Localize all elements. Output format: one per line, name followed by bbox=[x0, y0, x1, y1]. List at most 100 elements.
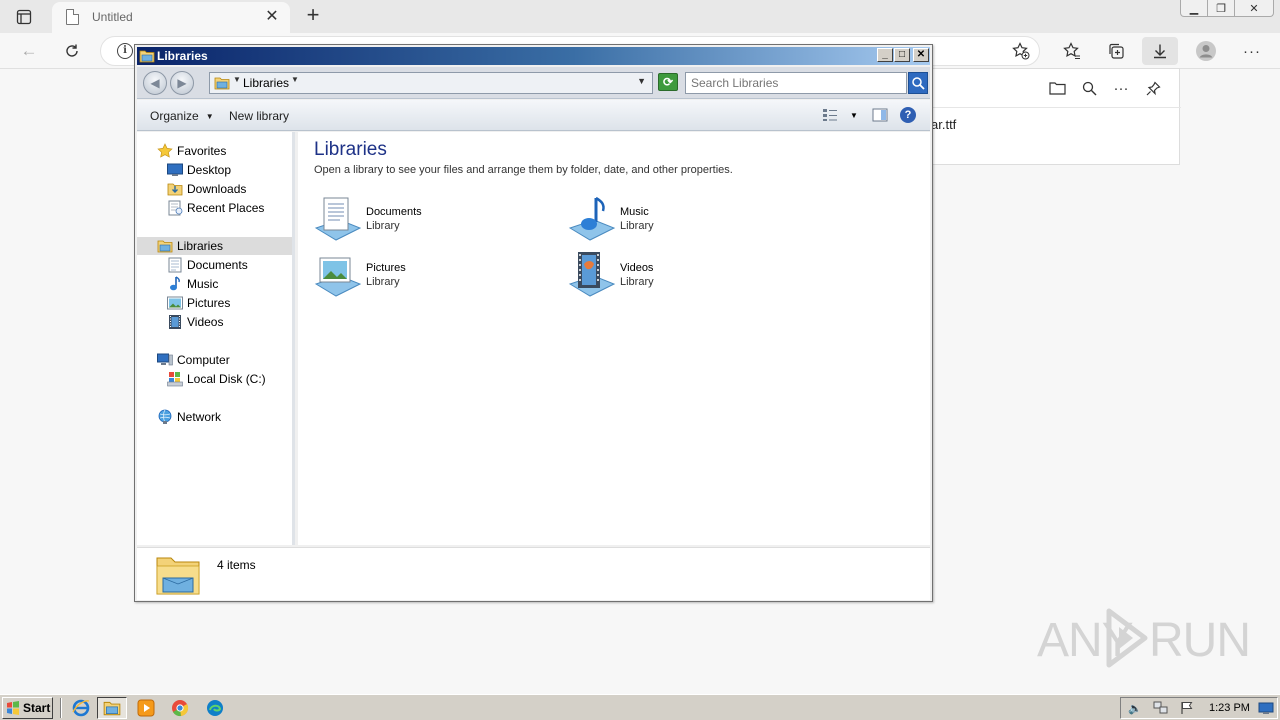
taskbar-media-player-icon[interactable] bbox=[131, 697, 161, 719]
help-icon[interactable]: ? bbox=[898, 106, 918, 124]
library-item-music[interactable]: Music Library bbox=[568, 194, 768, 244]
tab-actions-icon[interactable] bbox=[10, 6, 38, 28]
library-item-documents[interactable]: Documents Library bbox=[314, 194, 514, 244]
content-pane: Libraries Open a library to see your fil… bbox=[298, 132, 930, 545]
libraries-large-icon bbox=[156, 557, 200, 595]
nav-videos[interactable]: Videos bbox=[167, 313, 223, 331]
play-logo-icon bbox=[1106, 608, 1148, 668]
nav-libraries[interactable]: Libraries bbox=[137, 237, 292, 255]
taskbar-explorer-icon[interactable] bbox=[97, 697, 127, 719]
view-options-caret-icon[interactable]: ▼ bbox=[844, 106, 864, 124]
window-titlebar[interactable]: Libraries _ □ ✕ bbox=[137, 47, 930, 65]
taskbar-chrome-icon[interactable] bbox=[165, 697, 195, 719]
new-library-button[interactable]: New library bbox=[229, 109, 289, 123]
start-button[interactable]: Start bbox=[2, 697, 53, 719]
preview-pane-icon[interactable] bbox=[870, 106, 890, 124]
page-icon bbox=[66, 9, 79, 25]
volume-icon[interactable]: 🔈 bbox=[1127, 701, 1143, 715]
details-pane: 4 items bbox=[137, 547, 930, 600]
forward-nav-icon[interactable]: ▶ bbox=[170, 71, 194, 95]
new-tab-button[interactable]: + bbox=[300, 4, 326, 28]
downloads-folder-icon bbox=[167, 181, 183, 197]
nav-network[interactable]: Network bbox=[157, 408, 221, 426]
back-icon[interactable]: ← bbox=[14, 37, 44, 65]
nav-pictures[interactable]: Pictures bbox=[167, 294, 230, 312]
recent-places-icon bbox=[167, 200, 183, 216]
tab-close-icon[interactable]: ✕ bbox=[262, 7, 282, 27]
library-item-pictures[interactable]: Pictures Library bbox=[314, 250, 514, 300]
open-folder-icon[interactable] bbox=[1046, 77, 1068, 99]
organize-button[interactable]: Organize ▼ bbox=[150, 109, 214, 123]
command-bar: Organize ▼ New library ▼ ? bbox=[137, 100, 930, 131]
browser-window-controls: ▁ ❐ ✕ bbox=[1180, 0, 1274, 17]
add-favorite-icon[interactable] bbox=[1006, 37, 1036, 65]
nav-music[interactable]: Music bbox=[167, 275, 218, 293]
anyrun-watermark: ANY RUN bbox=[1037, 605, 1251, 675]
search-icon[interactable] bbox=[1078, 77, 1100, 99]
nav-desktop[interactable]: Desktop bbox=[167, 161, 231, 179]
nav-computer[interactable]: Computer bbox=[157, 351, 230, 369]
refresh-icon[interactable] bbox=[57, 37, 87, 65]
taskbar-internet-explorer-icon[interactable] bbox=[66, 697, 96, 719]
pin-icon[interactable] bbox=[1142, 77, 1164, 99]
info-icon[interactable]: i bbox=[117, 43, 133, 59]
collections-icon[interactable] bbox=[1101, 37, 1131, 65]
search-input[interactable] bbox=[691, 76, 901, 90]
clock[interactable]: 1:23 PM bbox=[1209, 702, 1250, 714]
music-library-icon bbox=[568, 196, 616, 241]
local-disk-icon bbox=[167, 371, 183, 387]
network-icon bbox=[157, 409, 173, 425]
system-tray: 🔈 1:23 PM bbox=[1120, 697, 1278, 719]
documents-icon bbox=[167, 257, 183, 273]
taskbar-edge-icon[interactable] bbox=[200, 697, 230, 719]
network-tray-icon[interactable] bbox=[1153, 701, 1169, 715]
close-icon[interactable]: ✕ bbox=[1234, 0, 1274, 17]
refresh-icon[interactable]: ⟳ bbox=[658, 73, 678, 91]
address-dropdown-icon[interactable]: ▼ bbox=[637, 76, 646, 86]
nav-documents[interactable]: Documents bbox=[167, 256, 248, 274]
window-title: Libraries bbox=[157, 49, 208, 63]
nav-recent-places[interactable]: Recent Places bbox=[167, 199, 264, 217]
pictures-icon bbox=[167, 295, 183, 311]
downloads-panel: ··· ar.ttf bbox=[930, 68, 1181, 165]
show-desktop-icon[interactable] bbox=[1258, 701, 1274, 715]
favorites-icon[interactable] bbox=[1057, 37, 1087, 65]
change-view-icon[interactable] bbox=[820, 106, 840, 124]
more-options-icon[interactable]: ··· bbox=[1110, 77, 1132, 99]
browser-tab[interactable]: Untitled ✕ bbox=[52, 2, 290, 33]
minimize-icon[interactable]: ▁ bbox=[1180, 0, 1208, 17]
taskbar: Start 🔈 1:23 PM bbox=[0, 694, 1280, 720]
tab-title: Untitled bbox=[92, 10, 133, 24]
action-center-flag-icon[interactable] bbox=[1179, 701, 1195, 715]
downloads-icon[interactable] bbox=[1142, 37, 1178, 65]
nav-favorites[interactable]: Favorites bbox=[157, 142, 226, 160]
restore-icon[interactable]: ❐ bbox=[1207, 0, 1235, 17]
breadcrumb-arrow-icon[interactable]: ▼ bbox=[291, 75, 299, 84]
search-button-icon[interactable] bbox=[908, 72, 928, 94]
window-close-icon[interactable]: ✕ bbox=[913, 48, 929, 62]
libraries-folder-icon bbox=[139, 50, 155, 63]
libraries-folder-icon bbox=[157, 238, 173, 254]
nav-local-disk[interactable]: Local Disk (C:) bbox=[167, 370, 266, 388]
search-box[interactable] bbox=[685, 72, 907, 94]
music-icon bbox=[167, 276, 183, 292]
breadcrumb-libraries[interactable]: Libraries bbox=[243, 76, 289, 90]
more-icon[interactable]: ··· bbox=[1237, 37, 1267, 65]
windows-flag-icon bbox=[7, 701, 19, 715]
nav-downloads[interactable]: Downloads bbox=[167, 180, 246, 198]
videos-library-icon bbox=[568, 252, 616, 297]
videos-icon bbox=[167, 314, 183, 330]
page-description: Open a library to see your files and arr… bbox=[314, 164, 733, 176]
navigation-pane: Favorites Desktop Downloads Recent Place… bbox=[137, 132, 295, 545]
libraries-folder-icon bbox=[214, 77, 230, 90]
back-nav-icon[interactable]: ◀ bbox=[143, 71, 167, 95]
profile-avatar-icon[interactable] bbox=[1191, 37, 1221, 65]
window-minimize-icon[interactable]: _ bbox=[877, 48, 893, 62]
window-maximize-icon[interactable]: □ bbox=[894, 48, 910, 62]
breadcrumb[interactable]: ▼ Libraries ▼ ▼ bbox=[209, 72, 653, 94]
library-item-videos[interactable]: Videos Library bbox=[568, 250, 768, 300]
item-count: 4 items bbox=[217, 558, 256, 572]
browser-tab-strip: Untitled ✕ + ▁ ❐ ✕ bbox=[0, 0, 1280, 33]
download-filename[interactable]: ar.ttf bbox=[931, 117, 956, 132]
breadcrumb-arrow-icon[interactable]: ▼ bbox=[233, 75, 241, 84]
